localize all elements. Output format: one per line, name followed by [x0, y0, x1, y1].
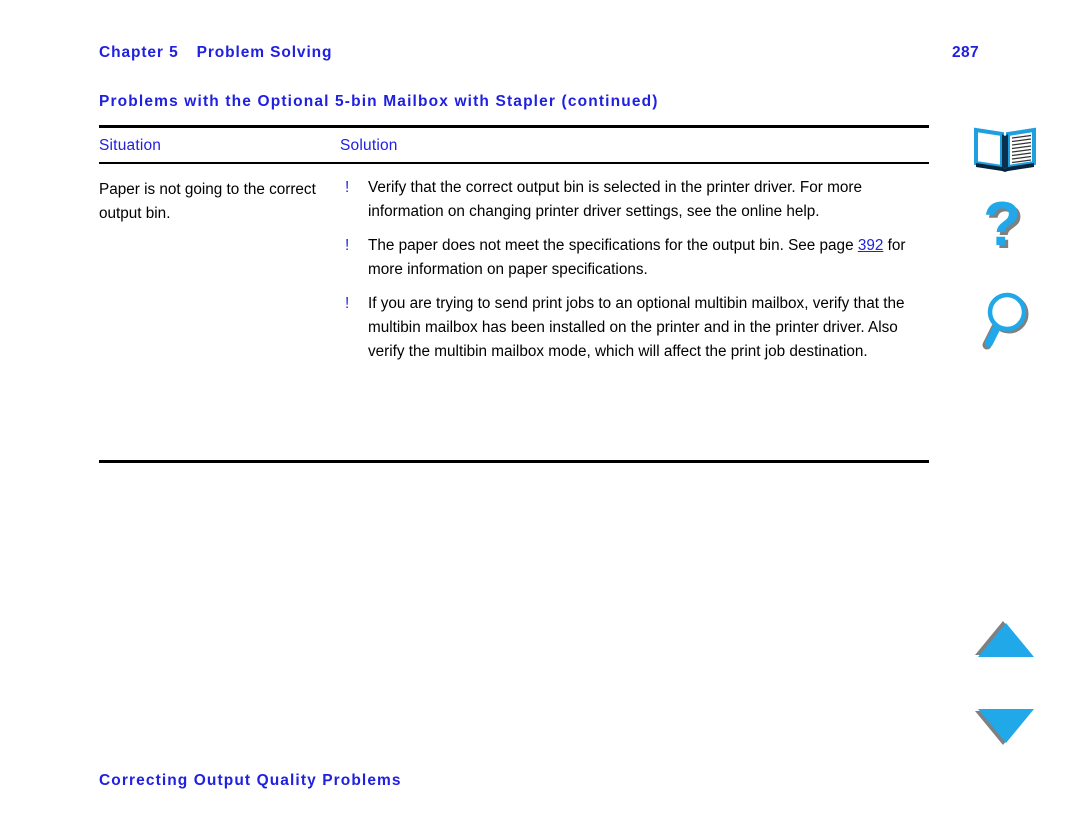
chapter-title: Problem Solving [196, 44, 333, 61]
previous-page-button[interactable] [955, 614, 1055, 666]
table-of-contents-button[interactable] [955, 120, 1055, 176]
list-item: ! The paper does not meet the specificati… [345, 234, 929, 282]
search-button[interactable] [955, 288, 1055, 354]
list-item: ! If you are trying to send print jobs t… [345, 292, 929, 364]
list-item-text: The paper does not meet the specificatio… [368, 236, 858, 254]
solution-cell: ! Verify that the correct output bin is … [345, 176, 929, 364]
page-reference-link[interactable]: 392 [858, 237, 884, 254]
table-header-row: Situation Solution [99, 128, 929, 162]
chapter-label: Chapter 5 [99, 44, 179, 61]
table-row: Paper is not going to the correct output… [99, 164, 929, 460]
column-header-solution: Solution [340, 137, 398, 154]
table-bottom-rule [99, 459, 929, 463]
problems-table: Situation Solution Paper is not going to… [99, 125, 929, 463]
triangle-up-icon [975, 621, 1034, 657]
list-item-text: If you are trying to send print jobs to … [368, 294, 905, 360]
page-header: Chapter 5 Problem Solving 287 [99, 44, 979, 62]
magnifier-icon [982, 292, 1029, 350]
question-mark-icon: ? ? [983, 198, 1024, 262]
footer-section-title: Correcting Output Quality Problems [99, 772, 402, 789]
bullet-marker-icon: ! [345, 294, 350, 312]
column-header-situation: Situation [99, 137, 162, 154]
list-item: ! Verify that the correct output bin is … [345, 176, 929, 224]
navigation-sidebar: ? ? [955, 0, 1065, 834]
situation-cell: Paper is not going to the correct output… [99, 180, 316, 222]
bullet-marker-icon: ! [345, 236, 350, 254]
triangle-down-icon [975, 709, 1034, 745]
section-title: Problems with the Optional 5-bin Mailbox… [99, 93, 659, 110]
svg-text:?: ? [983, 198, 1021, 259]
bullet-marker-icon: ! [345, 178, 350, 196]
help-button[interactable]: ? ? [955, 196, 1055, 272]
next-page-button[interactable] [955, 702, 1055, 754]
chapter-breadcrumb: Chapter 5 Problem Solving [99, 44, 332, 62]
list-item-text: Verify that the correct output bin is se… [368, 178, 862, 220]
book-icon [974, 127, 1036, 172]
